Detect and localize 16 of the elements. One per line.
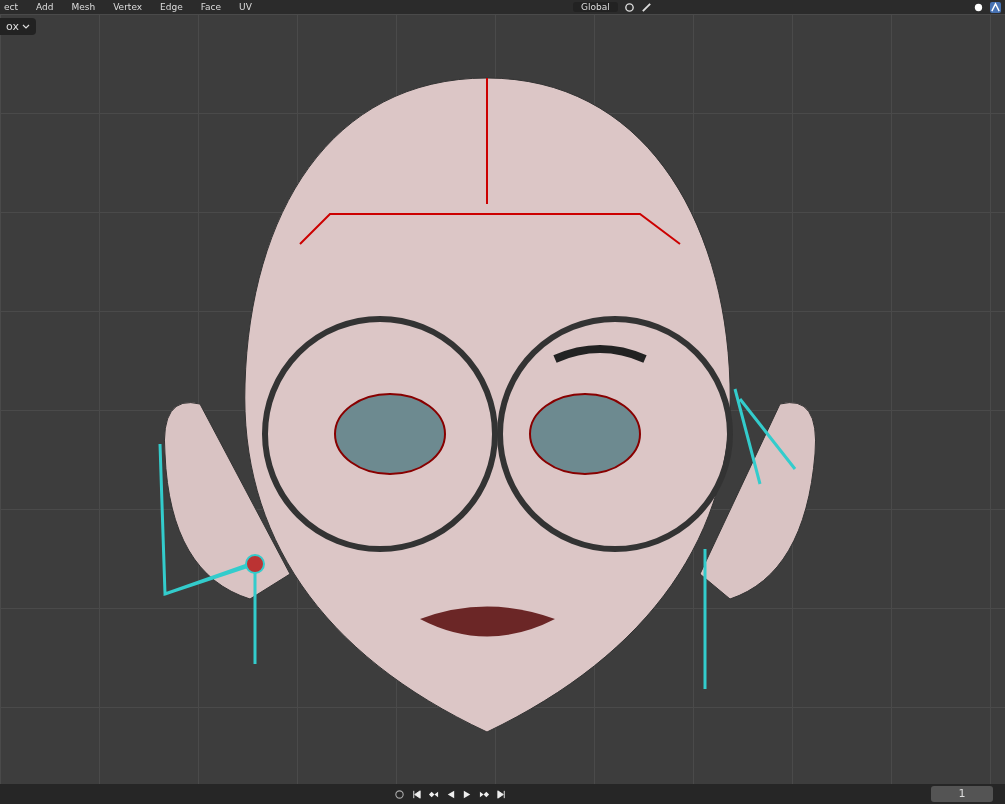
menu-item[interactable]: UV — [239, 2, 252, 12]
orientation-dropdown[interactable]: Global — [573, 2, 618, 12]
menu-item[interactable]: Vertex — [113, 2, 143, 12]
menu-item[interactable]: Add — [36, 2, 54, 12]
jump-start-icon[interactable] — [411, 788, 422, 800]
record-icon[interactable] — [394, 788, 405, 800]
play-reverse-icon[interactable] — [445, 788, 456, 800]
chevron-icon — [22, 24, 31, 30]
menu-item[interactable]: Edge — [160, 2, 183, 12]
menu-item[interactable]: ect — [4, 2, 18, 12]
jump-end-icon[interactable] — [496, 788, 507, 800]
frame-field[interactable]: 1 — [931, 786, 993, 802]
menu-item[interactable]: Face — [200, 2, 222, 12]
play-icon[interactable] — [462, 788, 473, 800]
menu-item[interactable]: Mesh — [71, 2, 96, 12]
select-mode-dropdown[interactable]: ox — [0, 18, 37, 35]
